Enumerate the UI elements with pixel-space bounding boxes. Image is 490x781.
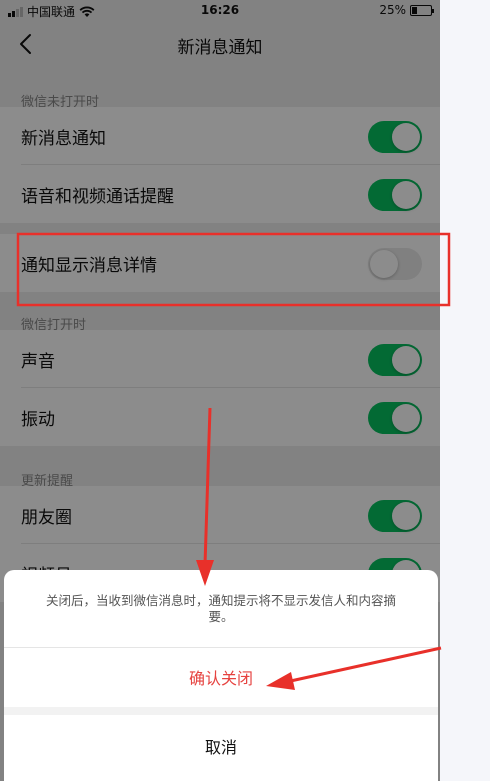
confirm-close-button[interactable]: 确认关闭	[4, 665, 438, 689]
cancel-button[interactable]: 取消	[4, 734, 438, 758]
sheet-divider	[4, 647, 438, 648]
screenshot-stage: 中国联通 16:26 25% 新消息通知 微信未打开时 新消息通知 语音和视频通…	[0, 0, 490, 781]
phone-screen: 中国联通 16:26 25% 新消息通知 微信未打开时 新消息通知 语音和视频通…	[0, 0, 440, 781]
sheet-gap	[4, 707, 438, 715]
action-sheet: 关闭后，当收到微信消息时，通知提示将不显示发信人和内容摘要。 确认关闭 取消	[4, 570, 438, 781]
sheet-message: 关闭后，当收到微信消息时，通知提示将不显示发信人和内容摘要。	[45, 593, 396, 624]
